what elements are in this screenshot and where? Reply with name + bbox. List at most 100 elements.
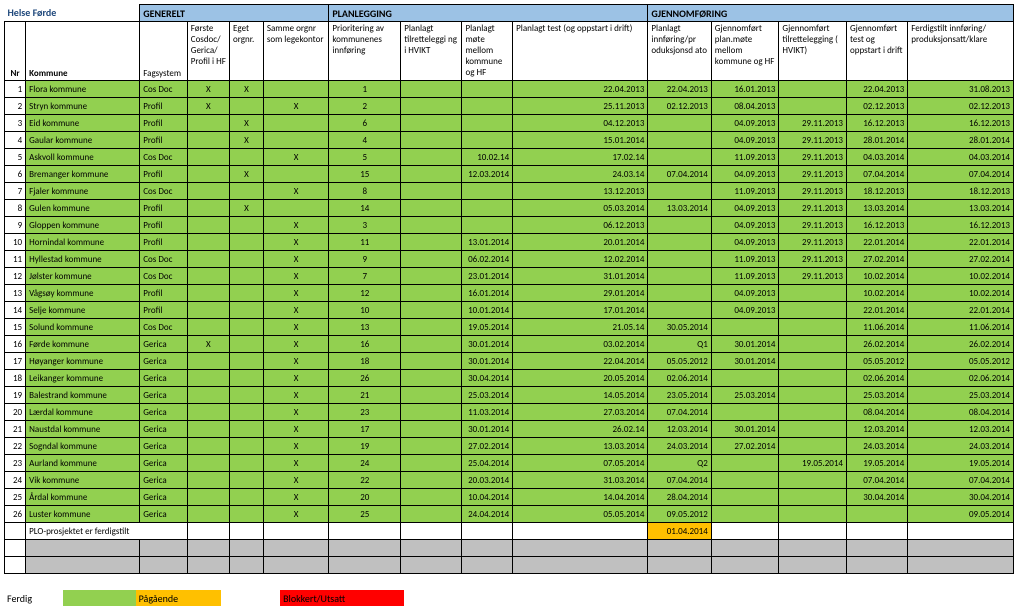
cell: [230, 234, 264, 251]
cell: 10.02.2014: [908, 268, 1014, 285]
cell: 09.05.2012: [648, 506, 711, 523]
cell: Gerica: [140, 353, 188, 370]
cell: 6: [329, 115, 401, 132]
cell: 24: [5, 472, 26, 489]
cell: Cos Doc: [140, 183, 188, 200]
cell: 30.01.2014: [462, 353, 513, 370]
cell: [230, 472, 264, 489]
table-row: 7Fjaler kommuneCos DocX813.12.201311.09.…: [5, 183, 1014, 200]
cell: 19.05.2014: [908, 455, 1014, 472]
cell: 29.11.2013: [779, 166, 847, 183]
cell: 22.04.2013: [513, 81, 648, 98]
cell: Profil: [140, 217, 188, 234]
cell: 29.11.2013: [779, 251, 847, 268]
cell: 12.03.2014: [462, 166, 513, 183]
col-gjtest: Gjennomført test og oppstart i drift: [847, 22, 908, 81]
cell: [779, 81, 847, 98]
cell: 08.04.2013: [711, 98, 779, 115]
col-gjtil: Gjennomført tilrettelegging ( HVIKT): [779, 22, 847, 81]
cell: Jølster kommune: [26, 268, 140, 285]
cell: 25.11.2013: [513, 98, 648, 115]
cell: 04.09.2013: [711, 234, 779, 251]
cell: Selje kommune: [26, 302, 140, 319]
cell: 12.03.2014: [908, 421, 1014, 438]
cell: [779, 285, 847, 302]
cell: 21: [329, 387, 401, 404]
cell: Solund kommune: [26, 319, 140, 336]
cell: [648, 183, 711, 200]
cell: 14.05.2014: [513, 387, 648, 404]
cell: [263, 166, 329, 183]
cell: Bremanger kommune: [26, 166, 140, 183]
cell: 04.09.2013: [711, 115, 779, 132]
col-fagsystem: Fagsystem: [140, 22, 188, 81]
cell: 02.06.2014: [648, 370, 711, 387]
cell: [648, 268, 711, 285]
cell: [230, 285, 264, 302]
cell: 19: [329, 438, 401, 455]
cell: [462, 98, 513, 115]
table-row: 13Vågsøy kommuneProfilX1216.01.201429.01…: [5, 285, 1014, 302]
cell: [230, 387, 264, 404]
cell: 11.06.2014: [908, 319, 1014, 336]
cell: [401, 115, 462, 132]
section-row: Helse Førde GENERELT PLANLEGGING GJENNOM…: [5, 5, 1014, 22]
cell: 02.12.2013: [847, 98, 908, 115]
table-row: 17Høyanger kommuneGericaX1830.01.201422.…: [5, 353, 1014, 370]
cell: [187, 217, 229, 234]
status-table: Helse Førde GENERELT PLANLEGGING GJENNOM…: [4, 4, 1014, 574]
cell: [187, 404, 229, 421]
cell: Profil: [140, 302, 188, 319]
cell: 27.03.2014: [513, 404, 648, 421]
cell: 27.02.2014: [462, 438, 513, 455]
cell: 17: [5, 353, 26, 370]
cell: 6: [5, 166, 26, 183]
col-kommune: Kommune: [26, 22, 140, 81]
cell: X: [263, 489, 329, 506]
cell: 17.02.14: [513, 149, 648, 166]
cell: 17.01.2014: [513, 302, 648, 319]
cell: 30.04.2014: [462, 370, 513, 387]
cell: 11.09.2013: [711, 183, 779, 200]
cell: 10.02.2014: [847, 285, 908, 302]
cell: 30.04.2014: [908, 489, 1014, 506]
cell: [187, 115, 229, 132]
cell: 29.11.2013: [779, 217, 847, 234]
table-row: 6Bremanger kommuneProfilX1512.03.201424.…: [5, 166, 1014, 183]
cell: 04.09.2013: [711, 200, 779, 217]
legend-ferdig-label: Ferdig: [4, 590, 63, 606]
cell: Balestrand kommune: [26, 387, 140, 404]
table-row: 1Flora kommuneCos DocXX122.04.201322.04.…: [5, 81, 1014, 98]
col-ferdig: Ferdigstilt innføring/ produksjonsatt/kl…: [908, 22, 1014, 81]
col-nr: Nr: [5, 22, 26, 81]
cell: 04.09.2013: [711, 132, 779, 149]
cell: Førde kommune: [26, 336, 140, 353]
cell: [401, 404, 462, 421]
cell: 08.04.2014: [847, 404, 908, 421]
cell: [187, 319, 229, 336]
table-row: 8Gulen kommuneProfilX1405.03.201413.03.2…: [5, 200, 1014, 217]
cell: 10.02.2014: [847, 268, 908, 285]
cell: 19.05.2014: [847, 455, 908, 472]
cell: 04.09.2013: [711, 302, 779, 319]
cell: X: [263, 370, 329, 387]
cell: 07.04.2014: [847, 472, 908, 489]
cell: 12.03.2014: [847, 421, 908, 438]
cell: 27.02.2014: [711, 438, 779, 455]
cell: X: [263, 149, 329, 166]
cell: 12.03.2014: [648, 421, 711, 438]
cell: 12: [329, 285, 401, 302]
cell: X: [263, 506, 329, 523]
cell: [779, 370, 847, 387]
cell: [187, 251, 229, 268]
cell: 11.03.2014: [462, 404, 513, 421]
cell: X: [187, 336, 229, 353]
col-eget: Eget orgnr.: [230, 22, 264, 81]
cell: 05.05.2014: [513, 506, 648, 523]
cell: 07.04.2014: [648, 166, 711, 183]
cell: 10.01.2014: [462, 302, 513, 319]
cell: [401, 98, 462, 115]
cell: 03.02.2014: [513, 336, 648, 353]
cell: [847, 506, 908, 523]
cell: X: [263, 438, 329, 455]
